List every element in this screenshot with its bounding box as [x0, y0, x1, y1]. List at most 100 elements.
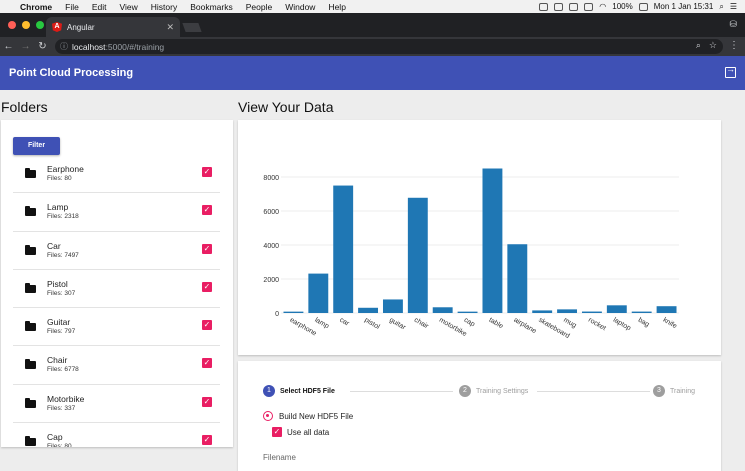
bar[interactable] — [631, 311, 652, 313]
menu-file[interactable]: File — [65, 2, 79, 12]
menu-edit[interactable]: Edit — [92, 2, 107, 12]
logout-icon[interactable] — [725, 64, 736, 78]
step-label: Training — [670, 387, 696, 395]
maximize-window-icon[interactable] — [36, 21, 44, 29]
reload-icon[interactable]: ↻ — [34, 41, 51, 52]
folder-file-count: Files: 307 — [47, 289, 76, 297]
search-icon[interactable]: ⌕ — [719, 2, 723, 12]
step-training-settings[interactable]: 2 Training Settings — [459, 385, 528, 397]
close-tab-icon[interactable]: ✕ — [166, 22, 174, 33]
folder-checkbox[interactable]: ✓ — [202, 396, 212, 407]
new-tab-button[interactable] — [182, 23, 202, 32]
folder-list: Earphone Files: 80 ✓ Lamp Files: 2318 ✓ Car Fil… — [13, 155, 220, 447]
build-new-hdf5-radio[interactable] — [263, 411, 273, 421]
menu-window[interactable]: Window — [285, 2, 315, 12]
bar[interactable] — [407, 197, 428, 313]
bar[interactable] — [432, 307, 453, 313]
x-tick-label: rocket — [587, 317, 607, 333]
bar-chart: 0 2000 4000 6000 8000 earphonelamp car pistol gu… — [263, 168, 679, 340]
menu-help[interactable]: Help — [328, 2, 345, 12]
menu-people[interactable]: People — [246, 2, 272, 12]
folder-icon — [25, 206, 36, 217]
menu-view[interactable]: View — [119, 2, 137, 12]
clock[interactable]: Mon 1 Jan 15:31 — [654, 2, 714, 11]
folder-checkbox[interactable]: ✓ — [202, 205, 212, 216]
tray-icon[interactable] — [584, 2, 594, 11]
folder-icon — [25, 244, 36, 255]
use-all-data-checkbox[interactable]: ✓ — [272, 427, 282, 437]
filename-label: Filename — [263, 453, 296, 462]
folders-heading: Folders — [1, 99, 48, 115]
menu-bookmarks[interactable]: Bookmarks — [190, 2, 233, 12]
folder-icon — [25, 282, 36, 293]
bookmark-star-icon[interactable]: ☆ — [709, 40, 717, 51]
folder-checkbox[interactable]: ✓ — [202, 320, 212, 331]
folder-row[interactable]: Car Files: 7497 ✓ — [13, 232, 220, 270]
step-number: 1 — [263, 385, 275, 397]
browser-tabstrip: A Angular ✕ ⛁ — [0, 13, 745, 37]
bar[interactable] — [606, 305, 627, 313]
x-tick-label: table — [487, 317, 504, 331]
tray-icon[interactable] — [554, 2, 564, 11]
menu-history[interactable]: History — [151, 2, 177, 12]
folder-checkbox[interactable]: ✓ — [202, 281, 212, 292]
tray-icon[interactable] — [539, 2, 549, 11]
tab-title: Angular — [67, 22, 95, 32]
bar[interactable] — [308, 273, 329, 313]
bar[interactable] — [581, 311, 602, 313]
battery-icon[interactable] — [638, 2, 648, 11]
forward-icon[interactable]: → — [17, 41, 34, 52]
bar[interactable] — [507, 244, 528, 313]
x-tick-label: guitar — [388, 317, 407, 332]
folder-name: Lamp — [47, 202, 69, 213]
folder-row[interactable]: Motorbike Files: 337 ✓ — [13, 385, 220, 424]
bar[interactable] — [333, 185, 354, 313]
folder-row[interactable]: Earphone Files: 80 ✓ — [13, 155, 220, 194]
minimize-window-icon[interactable] — [22, 21, 30, 29]
folder-row[interactable]: Cap Files: 80 ✓ — [13, 423, 220, 447]
step-select-hdf5[interactable]: 1 Select HDF5 File — [263, 385, 335, 397]
folder-checkbox[interactable]: ✓ — [202, 435, 212, 446]
list-icon[interactable]: ☰ — [730, 2, 737, 11]
browser-tab[interactable]: A Angular ✕ — [46, 17, 180, 37]
step-number: 3 — [653, 385, 665, 397]
step-training[interactable]: 3 Training — [653, 385, 695, 397]
build-new-hdf5-label: Build New HDF5 File — [279, 412, 354, 421]
folder-checkbox[interactable]: ✓ — [202, 167, 212, 177]
x-tick-label: mug — [562, 317, 577, 330]
bar[interactable] — [557, 309, 578, 313]
folder-checkbox[interactable]: ✓ — [202, 358, 212, 369]
tray-icon[interactable] — [569, 2, 579, 11]
address-bar[interactable]: ⓘ localhost:5000/#/training ⌕ ☆ — [55, 39, 723, 54]
battery-percent: 100% — [612, 2, 633, 11]
step-number: 2 — [459, 385, 471, 397]
bar[interactable] — [457, 311, 478, 313]
wifi-icon[interactable]: ◠ — [599, 2, 606, 11]
bar[interactable] — [532, 310, 553, 313]
back-icon[interactable]: ← — [0, 41, 17, 52]
filter-button[interactable]: Filter — [13, 137, 60, 155]
browser-menu-icon[interactable]: ⋮ — [729, 40, 739, 51]
menu-app-name[interactable]: Chrome — [20, 2, 52, 12]
folder-row[interactable]: Lamp Files: 2318 ✓ — [13, 193, 220, 232]
url-path: :5000/#/training — [105, 41, 165, 52]
close-window-icon[interactable] — [8, 21, 16, 29]
bar[interactable] — [283, 311, 304, 313]
bar[interactable] — [358, 307, 379, 313]
bar[interactable] — [656, 306, 677, 313]
info-icon[interactable]: ⓘ — [60, 41, 68, 52]
folder-checkbox[interactable]: ✓ — [202, 243, 212, 254]
step-connector — [537, 391, 650, 392]
folder-row[interactable]: Pistol Files: 307 ✓ — [13, 270, 220, 309]
folder-row[interactable]: Chair Files: 6778 ✓ — [13, 346, 220, 385]
folder-file-count: Files: 7497 — [47, 251, 79, 259]
angular-logo-icon: A — [52, 22, 62, 32]
x-tick-label: laptop — [612, 317, 632, 333]
profile-icon[interactable]: ⛁ — [729, 19, 737, 30]
folder-row[interactable]: Guitar Files: 797 ✓ — [13, 308, 220, 347]
browser-toolbar: ← → ↻ ⓘ localhost:5000/#/training ⌕ ☆ ⋮ — [0, 37, 745, 56]
bar[interactable] — [382, 299, 403, 313]
folder-icon — [25, 168, 36, 178]
search-icon[interactable]: ⌕ — [696, 40, 701, 51]
bar[interactable] — [482, 168, 503, 314]
